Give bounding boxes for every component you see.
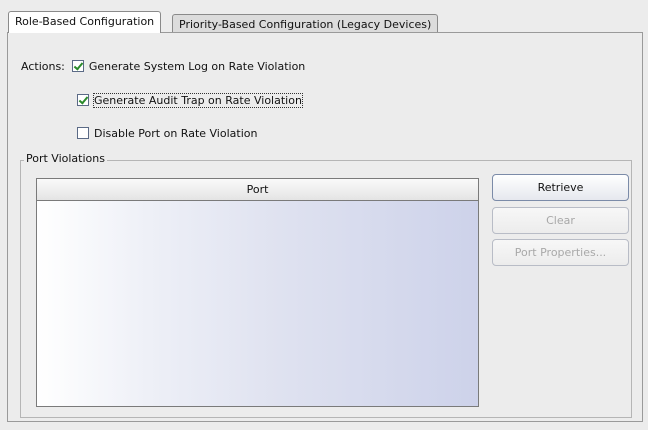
retrieve-button[interactable]: Retrieve [492,174,629,201]
audit-trap-row: Generate Audit Trap on Rate Violation [77,91,303,109]
clear-button[interactable]: Clear [492,207,629,234]
port-violations-group: Port Violations Port Retrieve Clear Port… [20,152,632,418]
port-violations-title: Port Violations [24,152,107,165]
table-body[interactable] [37,201,478,406]
role-based-configuration-panel: Actions: Generate System Log on Rate Vio… [7,32,643,422]
disable-port-label[interactable]: Disable Port on Rate Violation [94,127,257,140]
actions-label: Actions: [21,59,65,73]
tab-role-based-configuration[interactable]: Role-Based Configuration [8,11,162,33]
generate-system-log-label[interactable]: Generate System Log on Rate Violation [89,60,305,73]
port-violations-table[interactable]: Port [36,178,479,407]
generate-audit-trap-checkbox[interactable] [77,94,89,106]
generate-system-log-checkbox[interactable] [71,60,84,72]
generate-audit-trap-label[interactable]: Generate Audit Trap on Rate Violation [93,92,303,108]
actions-row: Actions: Generate System Log on Rate Vio… [21,57,305,75]
port-properties-button[interactable]: Port Properties... [492,239,629,266]
tab-bar: Role-Based Configuration Priority-Based … [0,0,648,34]
tab-priority-based-configuration[interactable]: Priority-Based Configuration (Legacy Dev… [172,14,439,34]
column-header-port[interactable]: Port [37,179,478,201]
disable-port-row: Disable Port on Rate Violation [77,124,257,142]
disable-port-checkbox[interactable] [77,127,89,139]
